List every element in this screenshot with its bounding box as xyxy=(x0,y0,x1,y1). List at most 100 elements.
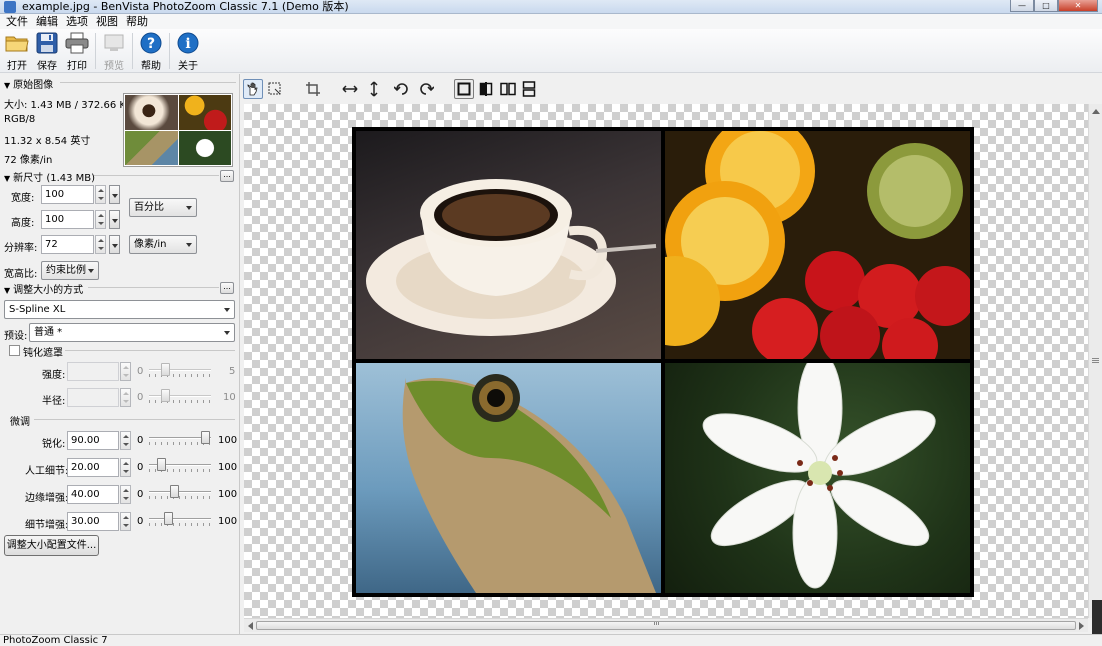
unsharp-mask-checkbox[interactable] xyxy=(9,345,20,356)
aspect-select[interactable]: 约束比例 xyxy=(41,261,99,280)
resize-method-more-button[interactable]: ... xyxy=(220,282,234,294)
scroll-left-icon[interactable] xyxy=(248,622,253,630)
horizontal-scroll-thumb[interactable] xyxy=(256,621,1076,630)
scroll-grip xyxy=(1092,358,1099,364)
radius-slider[interactable] xyxy=(149,388,211,404)
menu-help[interactable]: 帮助 xyxy=(122,14,152,29)
vertical-scrollbar[interactable] xyxy=(1088,104,1102,618)
original-image-header[interactable]: ▼ 原始图像 xyxy=(4,76,53,91)
radius-label: 半径: xyxy=(42,396,66,407)
strength-slider[interactable] xyxy=(149,362,211,378)
resize-profile-button[interactable]: 调整大小配置文件... xyxy=(4,535,99,556)
resolution-input[interactable]: 72 xyxy=(41,235,94,254)
scroll-right-icon[interactable] xyxy=(1079,622,1084,630)
main-toolbar: 打开 保存 打印 预览 ? 帮助 i 关于 xyxy=(0,29,1102,73)
stacked-view-icon xyxy=(522,81,536,97)
detail-enhance-input[interactable]: 30.00 xyxy=(67,512,119,531)
resolution-dropdown[interactable] xyxy=(109,235,120,254)
resolution-unit-select[interactable]: 像素/in xyxy=(129,235,197,254)
film-grain-stepper[interactable] xyxy=(120,458,131,477)
edge-enhance-input[interactable]: 40.00 xyxy=(67,485,119,504)
strength-min: 0 xyxy=(137,366,144,377)
preview-button[interactable]: 预览 xyxy=(99,29,129,73)
thumb-lily xyxy=(178,130,231,165)
new-size-more-button[interactable]: ... xyxy=(220,170,234,182)
edge-enhance-label: 边缘增强: xyxy=(25,493,69,504)
width-unit-dropdown[interactable] xyxy=(109,185,120,204)
stacked-view-button[interactable] xyxy=(519,79,539,99)
edge-enhance-stepper[interactable] xyxy=(120,485,131,504)
radius-input[interactable] xyxy=(67,388,119,407)
detail-enhance-max: 100 xyxy=(218,516,238,527)
height-label: 高度: xyxy=(11,218,35,229)
menu-edit[interactable]: 编辑 xyxy=(32,14,62,29)
divider xyxy=(60,82,236,83)
side-by-side-view-button[interactable] xyxy=(498,79,518,99)
save-button[interactable]: 保存 xyxy=(32,29,62,73)
resolution-stepper[interactable] xyxy=(95,235,106,254)
size-unit-select[interactable]: 百分比 xyxy=(129,198,197,217)
single-view-button[interactable] xyxy=(454,79,474,99)
folder-icon xyxy=(5,32,29,54)
radius-max: 10 xyxy=(223,392,236,403)
aspect-label: 宽高比: xyxy=(4,269,38,280)
film-grain-input[interactable]: 20.00 xyxy=(67,458,119,477)
scroll-up-icon[interactable] xyxy=(1092,109,1100,114)
app-icon xyxy=(4,1,16,13)
flip-horizontal-button[interactable] xyxy=(340,79,360,99)
film-grain-slider[interactable] xyxy=(149,457,211,473)
flip-vertical-button[interactable] xyxy=(364,79,384,99)
crop-tool-button[interactable] xyxy=(303,79,323,99)
menu-file[interactable]: 文件 xyxy=(2,14,32,29)
sharpness-stepper[interactable] xyxy=(120,431,131,450)
horizontal-scrollbar[interactable] xyxy=(244,618,1088,632)
split-view-button[interactable] xyxy=(476,79,496,99)
open-button[interactable]: 打开 xyxy=(2,29,32,73)
menu-options[interactable]: 选项 xyxy=(62,14,92,29)
toolbar-separator xyxy=(132,33,133,69)
strength-stepper[interactable] xyxy=(120,362,131,381)
select-tool-button[interactable] xyxy=(265,79,285,99)
minimize-button[interactable]: — xyxy=(1010,0,1034,12)
preset-select[interactable]: 普通 * xyxy=(29,323,235,342)
sharpness-input[interactable]: 90.00 xyxy=(67,431,119,450)
print-button[interactable]: 打印 xyxy=(62,29,92,73)
hand-icon xyxy=(247,82,258,96)
height-stepper[interactable] xyxy=(95,210,106,229)
radius-stepper[interactable] xyxy=(120,388,131,407)
film-grain-min: 0 xyxy=(137,462,144,473)
sharpness-slider[interactable] xyxy=(149,430,211,446)
preview-image[interactable] xyxy=(352,127,974,597)
height-input[interactable]: 100 xyxy=(41,210,94,229)
photo-coffee xyxy=(356,131,661,359)
film-grain-max: 100 xyxy=(218,462,238,473)
menu-view[interactable]: 视图 xyxy=(92,14,122,29)
rotate-left-button[interactable] xyxy=(392,79,412,99)
help-button[interactable]: ? 帮助 xyxy=(136,29,166,73)
original-mode: RGB/8 xyxy=(4,114,36,125)
close-button[interactable]: ✕ xyxy=(1058,0,1098,12)
preview-icon xyxy=(102,32,126,54)
rotate-right-button[interactable] xyxy=(416,79,436,99)
detail-enhance-stepper[interactable] xyxy=(120,512,131,531)
width-stepper[interactable] xyxy=(95,185,106,204)
width-label: 宽度: xyxy=(11,193,35,204)
strength-input[interactable] xyxy=(67,362,119,381)
sharpness-max: 100 xyxy=(218,435,238,446)
photo-lily xyxy=(665,363,970,593)
resize-method-header[interactable]: ▼ 调整大小的方式 xyxy=(4,281,83,296)
algorithm-select[interactable]: S-Spline XL xyxy=(4,300,235,319)
edge-enhance-slider[interactable] xyxy=(149,484,211,500)
hand-tool-button[interactable] xyxy=(243,79,263,99)
photo-frog xyxy=(356,363,661,593)
horizontal-arrows-icon xyxy=(342,85,358,93)
info-icon: i xyxy=(176,32,200,54)
height-unit-dropdown[interactable] xyxy=(109,210,120,229)
title-bar: example.jpg - BenVista PhotoZoom Classic… xyxy=(0,0,1102,14)
rotate-left-icon xyxy=(394,83,408,95)
detail-enhance-slider[interactable] xyxy=(149,511,211,527)
new-size-header[interactable]: ▼ 新尺寸 (1.43 MB) xyxy=(4,169,95,184)
about-button[interactable]: i 关于 xyxy=(173,29,203,73)
maximize-button[interactable]: □ xyxy=(1034,0,1058,12)
width-input[interactable]: 100 xyxy=(41,185,94,204)
